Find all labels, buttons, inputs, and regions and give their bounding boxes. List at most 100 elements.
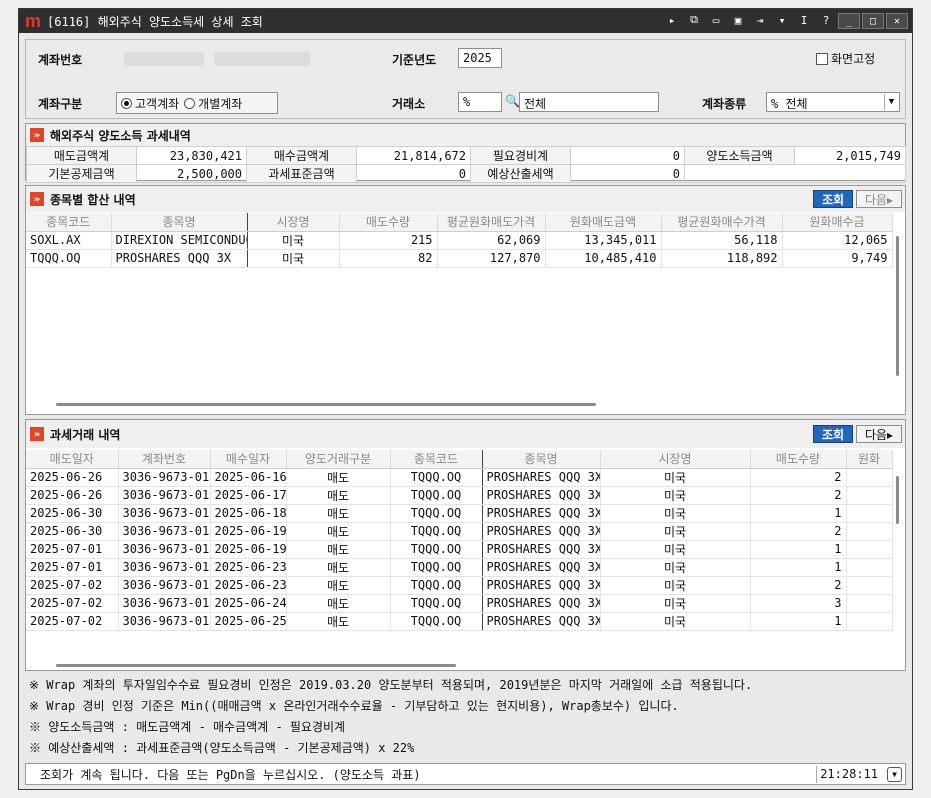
by-stock-query-button[interactable]: 조회 [813,190,853,208]
column-header[interactable]: 시장명 [247,213,340,232]
stock-name: PROSHARES QQQ 3X [482,468,601,487]
market-name: 미국 [247,249,340,268]
by-stock-horizontal-scrollbar[interactable] [56,403,596,406]
help-icon[interactable]: ? [818,12,834,28]
stock-code: TQQQ.OQ [390,468,483,487]
column-header[interactable]: 매수일자 [210,450,287,469]
table-row[interactable]: 2025-07-01 3036-9673-01 2025-06-23 매도 TQQQ.O… [26,558,893,577]
account-kind-select[interactable]: % 전체 ▼ [766,92,900,112]
trades-next-button[interactable]: 다음▸ [856,425,902,443]
column-header[interactable]: 계좌번호 [118,450,211,469]
trades-panel: » 과세거래 내역 조회 다음▸ 매도일자 계좌번호 매수일자 양도거래구분 종… [25,419,906,671]
minimize-button[interactable]: _ [838,13,860,29]
title-toolbar: ▸ ⧉ ▭ ▣ ⇥ ▾ I ? [664,12,834,28]
table-row[interactable]: TQQQ.OQ PROSHARES QQQ 3X 미국 82 127,870 1… [26,249,893,268]
status-bar: 조회가 계속 됩니다. 다음 또는 PgDn을 누르십시오. (양도소득 과표)… [25,763,906,785]
sell-qty: 1 [750,612,847,631]
avg-sell-price: 127,870 [437,249,546,268]
query-form: 계좌번호 기준년도 2025 화면고정 계좌구분 고객계좌 개별계좌 거래소 %… [25,39,906,119]
close-button[interactable]: ✕ [886,13,908,29]
note-line: ※ Wrap 계좌의 투자일임수수료 필요경비 인정은 2019.03.20 양… [29,678,753,692]
trades-horizontal-scrollbar[interactable] [56,664,456,667]
column-header[interactable]: 매도일자 [26,450,119,469]
export-icon[interactable]: ⇥ [752,12,768,28]
print-icon[interactable]: ▣ [730,12,746,28]
trades-vertical-scrollbar[interactable] [893,472,903,632]
summary-key: 기본공제금액 [26,164,137,183]
table-row[interactable]: 2025-07-02 3036-9673-01 2025-06-23 매도 TQQQ.O… [26,576,893,595]
column-header[interactable]: 평균원화매도가격 [437,213,546,232]
sell-date: 2025-07-02 [26,594,119,613]
radio-customer-account[interactable] [121,97,132,109]
table-row[interactable]: 2025-07-01 3036-9673-01 2025-06-19 매도 TQQQ.O… [26,540,893,559]
buy-amount: 12,065 [782,231,893,250]
scroll-thumb[interactable] [896,476,899,524]
table-row[interactable]: 2025-06-26 3036-9673-01 2025-06-16 매도 TQQQ.O… [26,468,893,487]
stock-code: TQQQ.OQ [390,504,483,523]
chevron-down-icon[interactable]: ▼ [884,94,898,110]
column-header[interactable]: 매도수량 [750,450,847,469]
avg-sell-price: 62,069 [437,231,546,250]
by-stock-next-button[interactable]: 다음▸ [856,190,902,208]
summary-value: 23,830,421 [136,146,247,165]
buy-date: 2025-06-23 [210,558,287,577]
sell-amount: 13,345,011 [545,231,662,250]
square-icon[interactable]: ▭ [708,12,724,28]
column-header[interactable]: 종목명 [482,450,601,469]
screen-fix-label: 화면고정 [831,52,876,66]
summary-value: 0 [356,164,471,183]
by-stock-vertical-scrollbar[interactable] [893,232,903,384]
buy-date: 2025-06-19 [210,522,287,541]
column-header[interactable]: 종목코드 [390,450,483,469]
app-logo: m [25,11,42,31]
notes-area: ※ Wrap 계좌의 투자일임수수료 필요경비 인정은 2019.03.20 양… [25,675,906,759]
market-name: 미국 [600,522,751,541]
stock-code: TQQQ.OQ [390,522,483,541]
pin-icon[interactable]: ▾ [774,12,790,28]
text-icon[interactable]: I [796,12,812,28]
krw-amount [846,522,893,541]
play-icon[interactable]: ▸ [664,12,680,28]
market-name: 미국 [600,486,751,505]
stock-code: TQQQ.OQ [26,249,112,268]
column-header[interactable]: 원화매도금액 [545,213,662,232]
base-year-input[interactable]: 2025 [458,48,502,68]
krw-amount [846,468,893,487]
sell-amount: 10,485,410 [545,249,662,268]
column-header[interactable]: 시장명 [600,450,751,469]
search-icon[interactable]: 🔍 [505,94,520,108]
buy-date: 2025-06-24 [210,594,287,613]
table-row[interactable]: SOXL.AX DIREXION SEMICONDUC 미국 215 62,06… [26,231,893,250]
table-row[interactable]: 2025-07-02 3036-9673-01 2025-06-24 매도 TQQQ.O… [26,594,893,613]
chevron-down-icon[interactable]: ▼ [887,767,902,782]
column-header[interactable]: 양도거래구분 [286,450,391,469]
table-row[interactable]: 2025-06-26 3036-9673-01 2025-06-17 매도 TQQQ.O… [26,486,893,505]
stock-name: PROSHARES QQQ 3X [111,249,248,268]
scroll-thumb[interactable] [896,236,899,376]
sell-date: 2025-07-02 [26,612,119,631]
table-row[interactable]: 2025-06-30 3036-9673-01 2025-06-18 매도 TQQQ.O… [26,504,893,523]
sell-date: 2025-06-26 [26,486,119,505]
column-header[interactable]: 평균원화매수가격 [661,213,783,232]
table-row[interactable]: 2025-07-02 3036-9673-01 2025-06-25 매도 TQQQ.O… [26,612,893,631]
trades-query-button[interactable]: 조회 [813,425,853,443]
stock-name: PROSHARES QQQ 3X [482,522,601,541]
by-stock-title: 종목별 합산 내역 [50,192,136,207]
screen-fix-checkbox[interactable] [816,53,828,65]
radio-individual-account[interactable] [184,97,196,109]
exchange-code-input[interactable]: % [458,92,502,112]
buy-date: 2025-06-18 [210,504,287,523]
column-header[interactable]: 원화매수금 [782,213,893,232]
window-title: [6116] 해외주식 양도소득세 상세 조회 [47,14,263,29]
column-header[interactable]: 종목코드 [26,213,112,232]
column-header[interactable]: 매도수량 [339,213,438,232]
sell-qty: 2 [750,468,847,487]
summary-key: 필요경비계 [470,146,571,165]
column-header[interactable]: 종목명 [111,213,248,232]
table-row[interactable]: 2025-06-30 3036-9673-01 2025-06-19 매도 TQQQ.O… [26,522,893,541]
status-message: 조회가 계속 됩니다. 다음 또는 PgDn을 누르십시오. (양도소득 과표) [40,767,421,782]
maximize-button[interactable]: □ [862,13,884,29]
window-icon[interactable]: ⧉ [686,12,702,28]
window-controls: _ □ ✕ [838,13,908,29]
column-header[interactable]: 원화 [846,450,893,469]
